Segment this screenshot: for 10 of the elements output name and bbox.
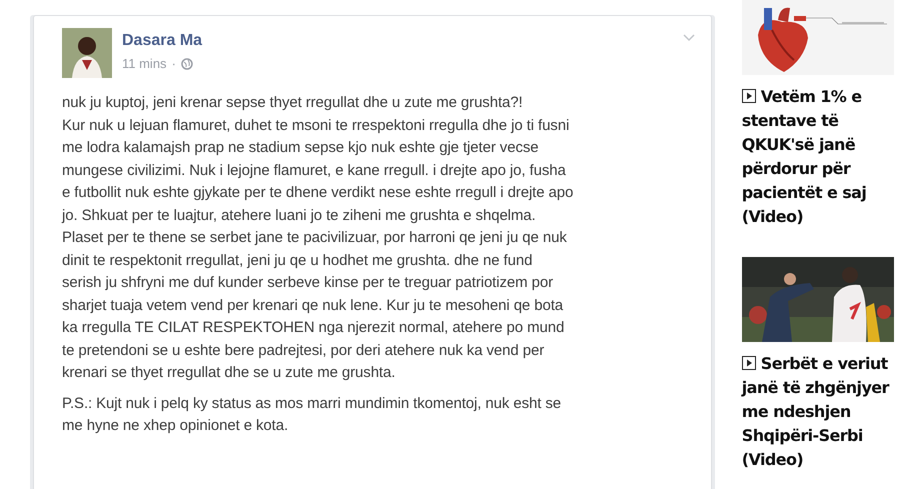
- post-text: nuk ju kuptoj, jeni krenar sepse thyet rregullat dhe u zute me grushta?! Kur nuk u lejuan flamuret, duhet te msoni te rrespektoni rregulla dhe jo ti fusni me lodra kalamajsh prap ne stadium sepse kjo nuk eshte gje tjeter vecse mungese civilizimi. Nuk i lejojne flamuret, e kane rregull. i drejte apo jo, fusha e futbollit nuk eshte gjykate per te dhene verdikt nese eshte rregull i drejte apo jo. Shkuat per te luajtur, atehere luani jo te ziheni me grushta e shqelma. Plaset per te thene se serbet jane te pacivilizuar, por harroni qe jeni ju qe nuk dinit te respektonit rregullat, jeni ju qe u hodhet me grushta. dhe ne fund serish ju shfryni me duf kunder serbeve kinse per te treguar patriotizem por sharjet tuaja vetem vend per krenari qe nuk lene. Kur ju te mesoheni qe bota ka rregulla TE CILAT RESPEKTOHEN nga njerezit normal, atehere po mund te pretendoni se u eshte bere padrejtesi, por deri atehere nuk ka vend per krenari se thyet rregullat dhe se u zute me grushta.: [62, 93, 574, 383]
- headline-link[interactable]: Vetëm 1% e stentave të QKUK'së janë përdorur për pacientët e saj (Video): [742, 85, 892, 229]
- play-icon: [742, 356, 756, 370]
- author-name[interactable]: Dasara Ma: [122, 32, 673, 50]
- post-text: P.S.: Kujt nuk i pelq ky status as mos marri mundimin tkomentoj, nuk esht se me hyne ne xhep opinionet e kota.: [62, 394, 562, 436]
- headline-link[interactable]: Serbët e veriut janë të zhgënjyer me ndeshjen Shqipëri-Serbi (Video): [742, 352, 892, 472]
- play-icon: [742, 89, 756, 103]
- separator: ·: [172, 56, 176, 71]
- avatar[interactable]: [62, 28, 112, 78]
- globe-icon: [180, 58, 193, 70]
